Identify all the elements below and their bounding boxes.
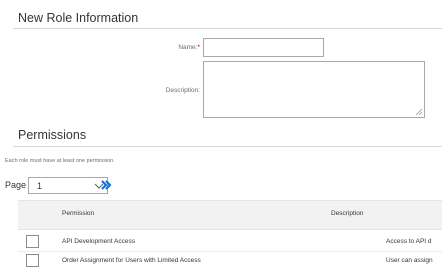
role-info-title: New Role Information bbox=[18, 11, 139, 25]
column-header-permission: Permission bbox=[62, 210, 95, 217]
section-divider bbox=[13, 28, 442, 29]
column-header-description: Description bbox=[331, 210, 364, 217]
current-page-value: 1 bbox=[37, 181, 43, 191]
table-row[interactable]: API Development Access Access to API d bbox=[18, 233, 442, 252]
required-marker: * bbox=[197, 44, 200, 51]
permission-name: Order Assignment for Users with Limited … bbox=[62, 257, 201, 264]
name-input[interactable] bbox=[203, 38, 324, 57]
description-textarea[interactable] bbox=[203, 61, 425, 118]
name-label: Name:* bbox=[178, 44, 200, 51]
permission-description: User can assign bbox=[386, 257, 433, 264]
permissions-hint: Each role must have at least one permiss… bbox=[5, 158, 115, 164]
page-label: Page bbox=[5, 180, 27, 190]
row-select-checkbox[interactable] bbox=[26, 235, 39, 248]
permission-description: Access to API d bbox=[386, 238, 432, 245]
row-select-checkbox[interactable] bbox=[26, 254, 39, 267]
permission-name: API Development Access bbox=[62, 238, 135, 245]
table-row[interactable]: Order Assignment for Users with Limited … bbox=[18, 252, 442, 270]
resize-grip-icon[interactable] bbox=[416, 109, 422, 115]
permissions-title: Permissions bbox=[18, 128, 87, 142]
double-chevron-right-icon[interactable] bbox=[99, 178, 113, 192]
permissions-table-header: Permission Description bbox=[18, 200, 442, 230]
role-editor-page: New Role Information Name:* Description:… bbox=[0, 0, 442, 270]
description-label: Description: bbox=[165, 87, 200, 94]
name-label-text: Name: bbox=[178, 44, 198, 51]
page-select[interactable]: 1 bbox=[28, 177, 108, 194]
section-divider bbox=[13, 146, 442, 147]
